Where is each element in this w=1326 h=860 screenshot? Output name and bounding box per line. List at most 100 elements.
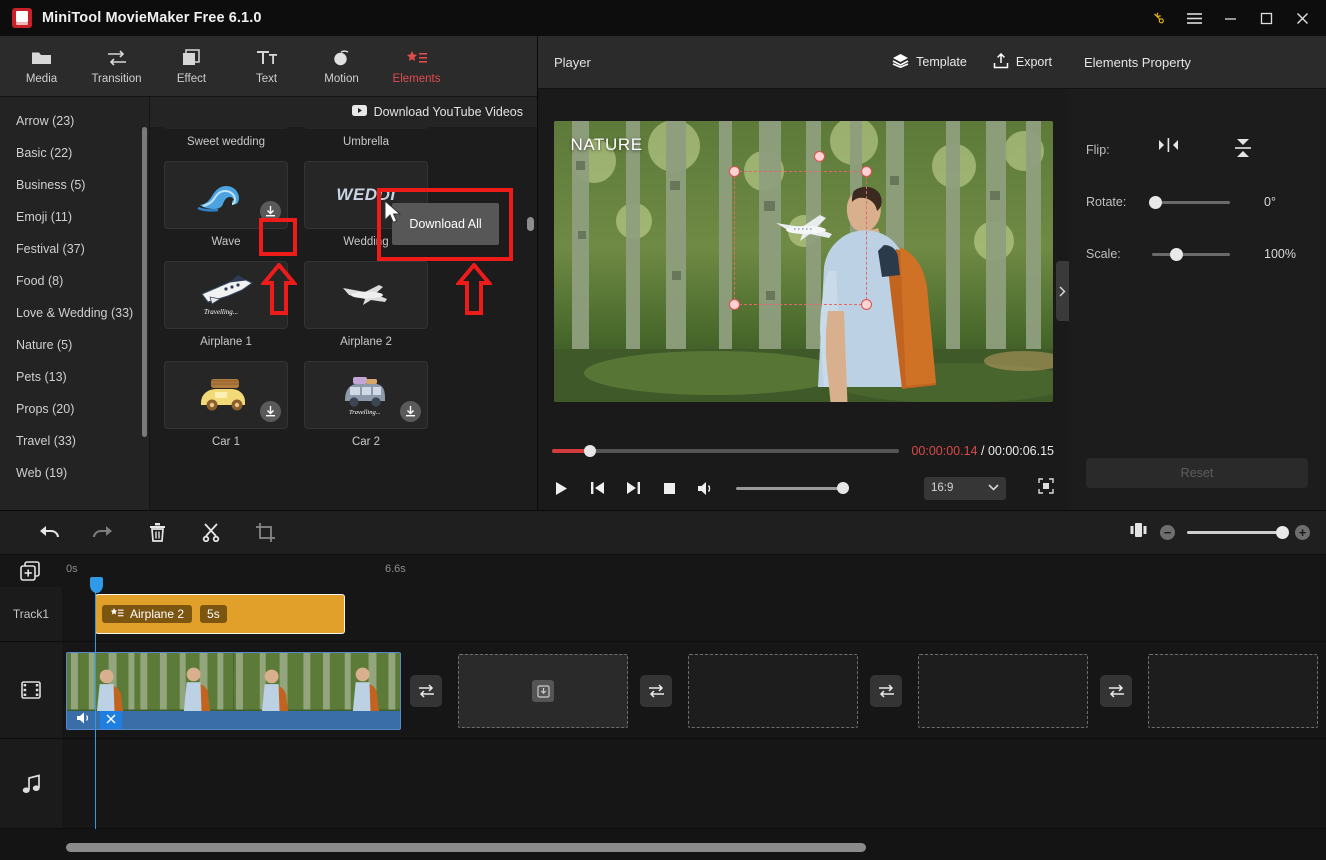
category-business[interactable]: Business (5) [0, 169, 149, 201]
category-festival[interactable]: Festival (37) [0, 233, 149, 265]
category-pets[interactable]: Pets (13) [0, 361, 149, 393]
element-thumbnail[interactable] [164, 361, 288, 429]
next-frame-button[interactable] [624, 481, 642, 495]
timeline-horizontal-scrollbar[interactable] [66, 843, 866, 852]
redo-button[interactable] [76, 511, 130, 555]
reset-button[interactable]: Reset [1086, 458, 1308, 488]
selection-handle-tr[interactable] [860, 166, 872, 177]
split-button[interactable] [184, 511, 238, 555]
selection-handle-bl[interactable] [728, 299, 740, 310]
aspect-ratio-select[interactable]: 16:9 [924, 476, 1006, 500]
clip-airplane2[interactable]: Airplane 2 5s [95, 594, 345, 634]
rotate-handle[interactable] [1149, 195, 1162, 209]
category-basic[interactable]: Basic (22) [0, 137, 149, 169]
selection-handle-br[interactable] [860, 299, 872, 310]
seek-handle[interactable] [584, 445, 597, 457]
download-element-button[interactable] [400, 401, 421, 422]
hamburger-menu-icon[interactable] [1176, 1, 1212, 35]
crop-button[interactable] [238, 511, 292, 555]
clip-audio-bar[interactable] [67, 711, 400, 729]
mute-toggle-icon[interactable] [77, 711, 92, 729]
media-placeholder-slot-1[interactable] [458, 654, 628, 728]
close-button[interactable] [1284, 1, 1320, 35]
add-media-button[interactable] [0, 560, 62, 582]
transition-slot-button-2[interactable] [640, 675, 672, 707]
transition-slot-button-1[interactable] [410, 675, 442, 707]
volume-icon[interactable] [696, 481, 714, 496]
element-thumbnail[interactable] [164, 127, 288, 129]
fullscreen-button[interactable] [1038, 477, 1054, 499]
zoom-in-button[interactable]: + [1295, 525, 1310, 540]
template-button[interactable]: Template [892, 53, 967, 71]
track1-body[interactable]: Airplane 2 5s [62, 587, 1326, 642]
element-thumbnail[interactable] [304, 261, 428, 329]
rotate-slider[interactable] [1149, 195, 1230, 209]
play-button[interactable] [552, 481, 570, 496]
category-travel[interactable]: Travel (33) [0, 425, 149, 457]
element-thumbnail[interactable]: Travelling... [304, 361, 428, 429]
category-scrollbar[interactable] [142, 127, 147, 437]
download-element-button[interactable] [260, 401, 281, 422]
license-key-icon[interactable]: ⚷ [1140, 1, 1176, 35]
transition-slot-button-4[interactable] [1100, 675, 1132, 707]
split-marker-badge[interactable] [100, 711, 122, 729]
category-food[interactable]: Food (8) [0, 265, 149, 297]
tab-effect[interactable]: Effect [154, 37, 229, 95]
export-button[interactable]: Export [993, 52, 1052, 72]
category-love-wedding[interactable]: Love & Wedding (33) [0, 297, 149, 329]
previous-frame-button[interactable] [588, 481, 606, 495]
element-thumbnail[interactable] [164, 161, 288, 229]
video-track-body[interactable] [62, 642, 1326, 739]
media-placeholder-slot-2[interactable] [688, 654, 858, 728]
flip-vertical-button[interactable] [1235, 138, 1251, 163]
grid-cell[interactable]: Sweet wedding [164, 127, 288, 150]
tab-motion[interactable]: Motion [304, 37, 379, 95]
category-web[interactable]: Web (19) [0, 457, 149, 489]
zoom-out-button[interactable]: − [1160, 525, 1175, 540]
volume-handle[interactable] [837, 482, 849, 494]
tab-media[interactable]: Media [4, 37, 79, 95]
category-arrow[interactable]: Arrow (23) [0, 105, 149, 137]
clip-video-nature[interactable] [66, 652, 401, 730]
grid-scrollbar[interactable] [527, 217, 534, 231]
grid-cell-car2[interactable]: Travelling... Car 2 [304, 361, 428, 450]
volume-slider[interactable] [736, 482, 849, 494]
grid-cell-wave[interactable]: Wave [164, 161, 288, 250]
tab-elements[interactable]: Elements [379, 37, 454, 95]
category-nature[interactable]: Nature (5) [0, 329, 149, 361]
category-emoji[interactable]: Emoji (11) [0, 201, 149, 233]
media-placeholder-slot-3[interactable] [918, 654, 1088, 728]
fit-timeline-icon[interactable] [1129, 522, 1148, 543]
element-thumbnail[interactable]: Travelling... [164, 261, 288, 329]
selection-handle-rotate[interactable] [813, 151, 825, 162]
minimize-button[interactable] [1212, 1, 1248, 35]
download-all-tooltip[interactable]: Download All [392, 203, 499, 245]
tab-text[interactable]: Text [229, 37, 304, 95]
category-props[interactable]: Props (20) [0, 393, 149, 425]
scale-slider[interactable] [1152, 247, 1230, 261]
stop-button[interactable] [660, 482, 678, 495]
delete-button[interactable] [130, 511, 184, 555]
maximize-button[interactable] [1248, 1, 1284, 35]
selection-handle-tl[interactable] [728, 166, 740, 177]
element-thumbnail[interactable] [304, 127, 428, 129]
download-youtube-videos-button[interactable]: Download YouTube Videos [150, 97, 537, 127]
scale-handle[interactable] [1170, 247, 1183, 261]
transition-slot-button-3[interactable] [870, 675, 902, 707]
grid-cell-car1[interactable]: Car 1 [164, 361, 288, 450]
zoom-slider[interactable] [1187, 526, 1289, 539]
grid-cell[interactable]: Umbrella [304, 127, 428, 150]
seek-bar[interactable] [552, 445, 900, 457]
download-element-button[interactable] [260, 201, 281, 222]
tab-transition[interactable]: Transition [79, 37, 154, 95]
playhead-grip[interactable] [90, 577, 103, 593]
zoom-handle[interactable] [1276, 526, 1289, 539]
grid-cell-airplane2[interactable]: Airplane 2 [304, 261, 428, 350]
video-preview[interactable]: NATURE [553, 121, 1053, 402]
flip-horizontal-button[interactable] [1158, 137, 1179, 163]
media-placeholder-slot-4[interactable] [1148, 654, 1318, 728]
grid-cell-airplane1[interactable]: Travelling... Airplane 1 [164, 261, 288, 350]
add-media-icon[interactable] [532, 680, 554, 702]
audio-track-body[interactable] [62, 739, 1326, 829]
undo-button[interactable] [22, 511, 76, 555]
